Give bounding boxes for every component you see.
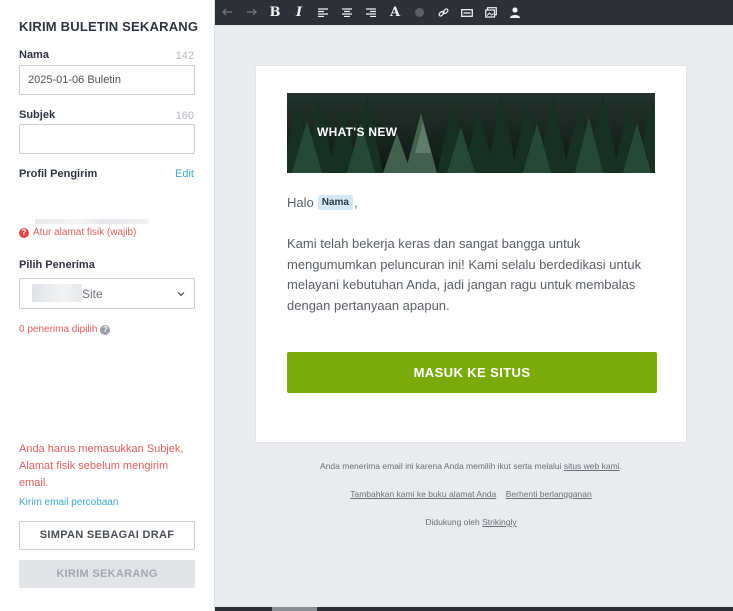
address-warning-text[interactable]: Atur alamat fisik (wajib): [33, 227, 136, 238]
name-merge-tag[interactable]: Nama: [317, 195, 353, 210]
chevron-down-icon: [177, 292, 185, 297]
email-body-text[interactable]: Kami telah bekerja keras dan sangat bang…: [287, 234, 647, 316]
help-icon[interactable]: ?: [100, 324, 111, 335]
italic-icon[interactable]: I: [287, 0, 311, 25]
recipients-select[interactable]: Site: [19, 278, 195, 309]
undo-icon[interactable]: [215, 0, 239, 25]
greeting-text: Halo: [287, 195, 314, 210]
panel-title: KIRIM BULETIN SEKARANG: [19, 19, 199, 34]
footer-reason-text: Anda menerima email ini karena Anda memi…: [320, 461, 562, 471]
subject-label: Subjek: [19, 109, 56, 121]
editor-toolbar: B I A: [215, 0, 733, 25]
footer-reason-end: .: [619, 461, 622, 471]
name-input[interactable]: [19, 65, 195, 95]
strikingly-link[interactable]: Strikingly: [482, 517, 516, 527]
add-to-address-book-link[interactable]: Tambahkan kami ke buku alamat Anda: [350, 489, 496, 499]
banner-heading: WHAT'S NEW: [317, 125, 398, 139]
recipients-label: Pilih Penerima: [19, 259, 95, 271]
image-icon[interactable]: [479, 0, 503, 25]
recipients-count: 0 penerima dipilih ?: [19, 324, 111, 335]
banner-image[interactable]: WHAT'S NEW: [287, 93, 655, 173]
recipients-count-text: 0 penerima dipilih: [19, 324, 98, 335]
link-icon[interactable]: [431, 0, 455, 25]
redacted-site-name: [32, 284, 82, 302]
color-icon[interactable]: [407, 0, 431, 25]
button-icon[interactable]: [455, 0, 479, 25]
bold-icon[interactable]: B: [263, 0, 287, 25]
subject-char-count: 160: [175, 110, 194, 122]
greeting-comma: ,: [354, 195, 358, 210]
footer-powered-by: Didukung oleh Strikingly: [255, 517, 687, 527]
error-icon: ?: [19, 227, 29, 238]
send-newsletter-panel: KIRIM BULETIN SEKARANG Nama 142 Subjek 1…: [0, 0, 215, 611]
validation-error-message: Anda harus memasukkan Subjek, Alamat fis…: [19, 443, 184, 489]
scrollbar-thumb[interactable]: [272, 607, 317, 611]
footer-links: Tambahkan kami ke buku alamat Anda Berhe…: [255, 489, 687, 499]
align-right-icon[interactable]: [359, 0, 383, 25]
person-icon[interactable]: [503, 0, 527, 25]
powered-by-text: Didukung oleh: [425, 517, 480, 527]
subject-input[interactable]: [19, 124, 195, 154]
address-warning[interactable]: ? Atur alamat fisik (wajib): [19, 227, 136, 238]
save-draft-button[interactable]: SIMPAN SEBAGAI DRAF: [19, 521, 195, 550]
redo-icon[interactable]: [239, 0, 263, 25]
footer-reason: Anda menerima email ini karena Anda memi…: [255, 461, 687, 471]
website-link[interactable]: situs web kami: [564, 461, 620, 471]
align-left-icon[interactable]: [311, 0, 335, 25]
sender-profile-label: Profil Pengirim: [19, 168, 98, 180]
font-icon[interactable]: A: [383, 0, 407, 25]
name-label: Nama: [19, 49, 49, 61]
recipients-selected-value: Site: [82, 287, 103, 301]
edit-sender-link[interactable]: Edit: [175, 168, 194, 180]
send-test-email-link[interactable]: Kirim email percobaan: [19, 497, 119, 508]
visit-site-button[interactable]: MASUK KE SITUS: [287, 352, 657, 393]
send-now-button[interactable]: KIRIM SEKARANG: [19, 560, 195, 588]
redacted-sender-info: [35, 219, 149, 224]
unsubscribe-link[interactable]: Berhenti berlangganan: [506, 489, 592, 499]
name-char-count: 142: [175, 50, 194, 62]
greeting: Halo Nama,: [287, 195, 358, 210]
align-center-icon[interactable]: [335, 0, 359, 25]
